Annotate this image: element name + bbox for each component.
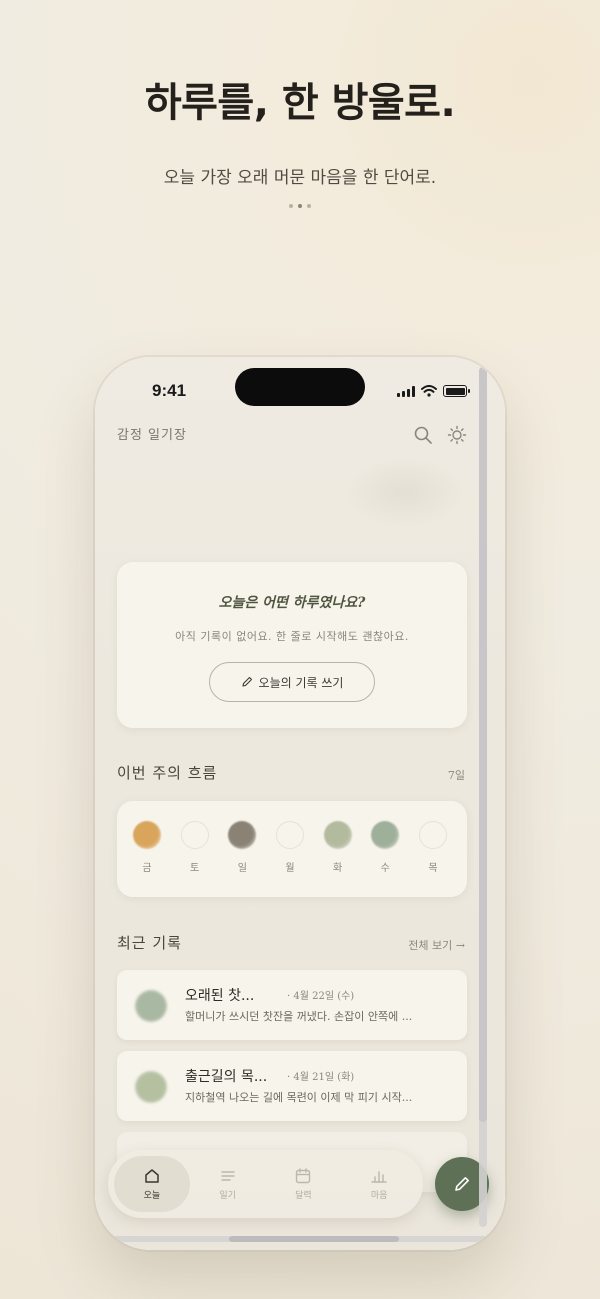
phone-frame: 9:41 감정 일기장 오늘은 어떤 하루였나요? 아직 기록이 없어요. 한 … (95, 357, 505, 1250)
tab-label: 달력 (295, 1191, 312, 1201)
tab-diary[interactable]: 일기 (190, 1156, 266, 1212)
mood-dot (228, 821, 257, 849)
week-day[interactable]: 월 (274, 821, 306, 874)
entry-card[interactable]: 출근길의 목... · 4월 21일 (화) 지하철역 나오는 길에 목련이 이… (117, 1051, 467, 1121)
hero-subtitle: 오늘 가장 오래 머문 마음을 한 단어로. (163, 168, 437, 188)
week-section-meta: 7일 (447, 769, 465, 782)
top-actions (413, 425, 467, 445)
scrollbar-thumb[interactable] (479, 367, 487, 1122)
mood-blob (345, 457, 465, 527)
horizontal-scrollbar[interactable] (109, 1236, 489, 1242)
entry-card[interactable]: 오래된 찻... · 4월 22일 (수) 할머니가 쓰시던 찻잔을 꺼냈다. … (117, 970, 467, 1040)
pencil-icon (241, 676, 252, 687)
page-dot[interactable] (307, 204, 311, 208)
search-icon[interactable] (413, 425, 433, 445)
entry-date: · 4월 22일 (수) (287, 991, 355, 1002)
app-name: 감정 일기장 (117, 428, 187, 443)
entry-preview: 지하철역 나오는 길에 목련이 이제 막 피기 시작... (185, 1091, 413, 1104)
mood-dot (323, 821, 352, 849)
today-question: 오늘은 어떤 하루였나요? (218, 595, 366, 611)
tab-mood[interactable]: 마음 (341, 1156, 417, 1212)
day-label: 목 (428, 863, 438, 874)
mood-dot (135, 1071, 167, 1103)
calendar-icon (296, 1168, 311, 1184)
day-label: 금 (142, 863, 152, 874)
battery-icon (443, 385, 470, 397)
tab-calendar[interactable]: 달력 (266, 1156, 342, 1212)
tab-bar: 오늘 일기 달력 마음 (108, 1150, 423, 1218)
page-dot[interactable] (289, 204, 293, 208)
pencil-icon (455, 1177, 469, 1191)
entry-preview: 할머니가 쓰시던 찻잔을 꺼냈다. 손잡이 안쪽에 ... (185, 1010, 413, 1023)
week-day[interactable]: 금 (131, 821, 163, 874)
wifi-icon (421, 385, 437, 397)
mood-dot (275, 821, 304, 849)
write-today-button[interactable]: 오늘의 기록 쓰기 (209, 662, 375, 702)
week-day[interactable]: 일 (226, 821, 258, 874)
week-section-title: 이번 주의 흐름 (117, 764, 218, 782)
recent-section-title: 최근 기록 (117, 934, 182, 952)
tab-today[interactable]: 오늘 (114, 1156, 190, 1212)
week-row: 금토일월화수목 (117, 801, 467, 874)
tab-label: 오늘 (143, 1191, 161, 1201)
week-day[interactable]: 수 (369, 821, 401, 874)
theme-toggle-icon[interactable] (447, 425, 467, 445)
vertical-scrollbar[interactable] (479, 367, 487, 1227)
hero-title: 하루를, 한 방울로. (144, 80, 456, 126)
week-card: 금토일월화수목 (117, 801, 467, 897)
signal-icon (397, 385, 415, 397)
mood-dot (418, 821, 447, 849)
page-dot-active[interactable] (298, 204, 302, 208)
mood-dot (371, 821, 400, 849)
status-icons (397, 385, 470, 397)
day-label: 일 (237, 863, 247, 874)
day-label: 월 (285, 863, 295, 874)
home-icon (145, 1169, 159, 1183)
today-message: 아직 기록이 없어요. 한 줄로 시작해도 괜찮아요. (175, 630, 409, 643)
write-today-label: 오늘의 기록 쓰기 (258, 675, 344, 690)
week-day[interactable]: 목 (417, 821, 449, 874)
status-time: 9:41 (152, 381, 187, 400)
mood-dot (135, 990, 167, 1022)
view-all-link[interactable]: 전체 보기 → (408, 937, 465, 953)
list-icon (220, 1171, 235, 1181)
mood-dot (180, 821, 209, 849)
scrollbar-thumb[interactable] (229, 1236, 399, 1242)
page-indicator[interactable] (0, 204, 600, 208)
entry-date: · 4월 21일 (화) (287, 1072, 355, 1083)
day-label: 토 (190, 863, 200, 874)
mood-dot (133, 821, 161, 849)
app-screen: 9:41 감정 일기장 오늘은 어떤 하루였나요? 아직 기록이 없어요. 한 … (95, 357, 505, 1250)
week-day[interactable]: 화 (322, 821, 354, 874)
day-label: 수 (380, 863, 390, 874)
dynamic-island (235, 368, 365, 406)
today-card: 오늘은 어떤 하루였나요? 아직 기록이 없어요. 한 줄로 시작해도 괜찮아요… (117, 562, 467, 728)
chart-icon (371, 1171, 387, 1183)
day-label: 화 (333, 863, 343, 874)
tab-label: 일기 (219, 1191, 236, 1201)
tab-label: 마음 (370, 1191, 388, 1201)
week-day[interactable]: 토 (179, 821, 211, 874)
entry-title: 오래된 찻... (185, 988, 255, 1004)
entry-title: 출근길의 목... (185, 1069, 268, 1085)
